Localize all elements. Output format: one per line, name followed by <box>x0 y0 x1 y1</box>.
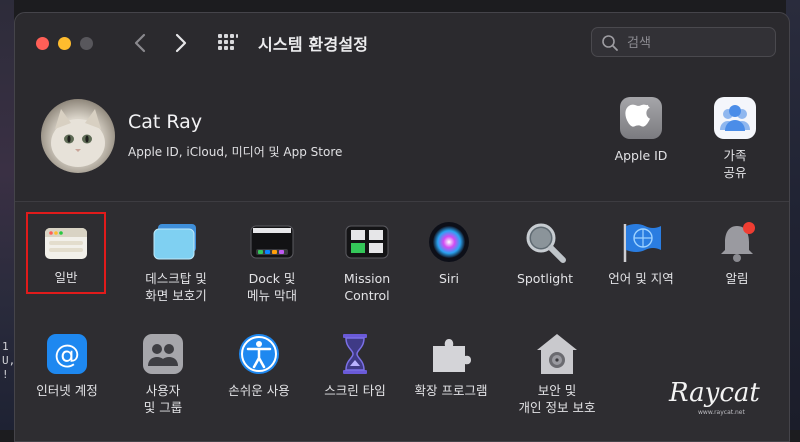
pane-label: 보안 및 개인 정보 보호 <box>518 383 596 415</box>
account-name: Cat Ray <box>128 111 203 133</box>
mission-control-icon <box>343 218 391 266</box>
general-icon <box>42 219 90 267</box>
spotlight-icon <box>521 218 569 266</box>
pane-security-privacy[interactable]: 보안 및 개인 정보 보호 <box>509 330 605 416</box>
pane-label: Dock 및 메뉴 막대 <box>247 271 297 303</box>
desktop-screensaver-icon <box>152 218 200 266</box>
minimize-button[interactable] <box>58 37 71 50</box>
search-icon <box>602 35 618 51</box>
pane-siri[interactable]: Siri <box>401 218 497 287</box>
family-sharing-icon <box>714 97 756 139</box>
pane-users-groups[interactable]: 사용자 및 그룹 <box>115 330 211 416</box>
pane-apple-id[interactable]: Apple ID <box>601 97 681 164</box>
pane-label: 알림 <box>725 271 749 286</box>
zoom-button[interactable] <box>80 37 93 50</box>
pane-label: 가족 공유 <box>723 148 747 180</box>
back-button[interactable] <box>127 29 153 57</box>
avatar[interactable] <box>41 99 115 173</box>
search-input[interactable] <box>625 32 769 54</box>
account-subtitle: Apple ID, iCloud, 미디어 및 App Store <box>128 145 343 159</box>
pane-extensions[interactable]: 확장 프로그램 <box>403 330 499 399</box>
pane-accessibility[interactable]: 손쉬운 사용 <box>211 330 307 399</box>
pane-label: 사용자 및 그룹 <box>143 383 183 415</box>
cat-photo-icon <box>51 109 105 167</box>
watermark-logo: Raycat <box>669 378 760 408</box>
pane-label: 데스크탑 및 화면 보호기 <box>145 271 207 303</box>
pane-screen-time[interactable]: 스크린 타임 <box>307 330 403 399</box>
pane-label: 인터넷 계정 <box>36 383 98 398</box>
language-region-icon <box>617 218 665 266</box>
users-groups-icon <box>139 330 187 378</box>
accessibility-icon <box>235 330 283 378</box>
window-title: 시스템 환경설정 <box>258 35 369 54</box>
pane-desktop-screensaver[interactable]: 데스크탑 및 화면 보호기 <box>128 218 224 304</box>
pane-label: 확장 프로그램 <box>414 383 488 398</box>
pane-label: Spotlight <box>516 271 574 286</box>
extensions-icon <box>427 330 475 378</box>
pane-label: 언어 및 지역 <box>608 271 674 286</box>
pane-dock-menubar[interactable]: Dock 및 메뉴 막대 <box>224 218 320 304</box>
titlebar: 시스템 환경설정 <box>15 13 789 71</box>
pane-spotlight[interactable]: Spotlight <box>497 218 593 287</box>
svg-text:@: @ <box>54 340 80 370</box>
pane-family-sharing[interactable]: 가족 공유 <box>695 97 775 181</box>
pane-language-region[interactable]: 언어 및 지역 <box>593 218 689 287</box>
search-field[interactable] <box>591 27 776 57</box>
notifications-icon <box>713 218 761 266</box>
pane-label: 일반 <box>54 270 78 285</box>
close-button[interactable] <box>36 37 49 50</box>
internet-accounts-icon: @ <box>43 330 91 378</box>
pane-label: Apple ID <box>614 148 668 163</box>
pane-label: 손쉬운 사용 <box>228 383 290 398</box>
show-all-grid-icon[interactable] <box>218 34 238 54</box>
pane-notifications[interactable]: 알림 <box>689 218 785 287</box>
pane-label: Siri <box>438 271 460 286</box>
pane-general[interactable]: 일반 <box>26 212 106 294</box>
pane-internet-accounts[interactable]: @ 인터넷 계정 <box>19 330 115 399</box>
siri-icon <box>425 218 473 266</box>
watermark-url: www.raycat.net <box>698 409 745 416</box>
chevron-right-icon <box>175 33 187 53</box>
apple-logo-icon <box>620 97 662 139</box>
security-privacy-icon <box>533 330 581 378</box>
dock-icon <box>248 218 296 266</box>
pane-label: 스크린 타임 <box>324 383 386 398</box>
chevron-left-icon <box>134 33 146 53</box>
account-header: Cat Ray Apple ID, iCloud, 미디어 및 App Stor… <box>15 71 789 201</box>
screen-time-icon <box>331 330 379 378</box>
forward-button[interactable] <box>168 29 194 57</box>
system-preferences-window: 시스템 환경설정 Cat Ray Apple ID, iCl <box>14 12 790 442</box>
